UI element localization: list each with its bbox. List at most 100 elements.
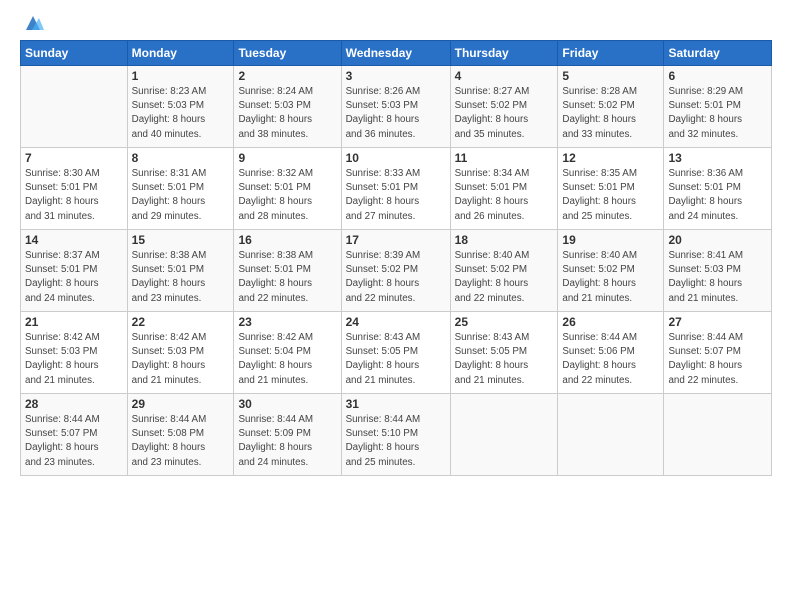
day-number: 18	[455, 233, 554, 247]
day-info: Sunrise: 8:40 AM Sunset: 5:02 PM Dayligh…	[455, 249, 554, 306]
calendar-cell: 2Sunrise: 8:24 AM Sunset: 5:03 PM Daylig…	[234, 66, 341, 148]
day-number: 6	[668, 69, 767, 83]
day-info: Sunrise: 8:31 AM Sunset: 5:01 PM Dayligh…	[132, 167, 230, 224]
day-info: Sunrise: 8:43 AM Sunset: 5:05 PM Dayligh…	[346, 331, 446, 388]
calendar-cell: 17Sunrise: 8:39 AM Sunset: 5:02 PM Dayli…	[341, 230, 450, 312]
day-number: 9	[238, 151, 336, 165]
day-number: 12	[562, 151, 659, 165]
day-number: 24	[346, 315, 446, 329]
logo	[20, 18, 44, 30]
day-number: 16	[238, 233, 336, 247]
day-number: 28	[25, 397, 123, 411]
day-info: Sunrise: 8:42 AM Sunset: 5:04 PM Dayligh…	[238, 331, 336, 388]
weekday-header-sunday: Sunday	[21, 41, 128, 66]
day-number: 10	[346, 151, 446, 165]
day-info: Sunrise: 8:34 AM Sunset: 5:01 PM Dayligh…	[455, 167, 554, 224]
calendar-cell	[558, 394, 664, 476]
day-info: Sunrise: 8:37 AM Sunset: 5:01 PM Dayligh…	[25, 249, 123, 306]
day-number: 11	[455, 151, 554, 165]
week-row-1: 1 Sunrise: 8:23 AM Sunset: 5:03 PM Daylig…	[21, 66, 772, 148]
week-row-2: 7 Sunrise: 8:30 AM Sunset: 5:01 PM Daylig…	[21, 148, 772, 230]
day-info: Sunrise: 8:28 AM Sunset: 5:02 PM Dayligh…	[562, 85, 659, 142]
calendar-cell: 18 Sunrise: 8:40 AM Sunset: 5:02 PM Dayli…	[450, 230, 558, 312]
day-number: 29	[132, 397, 230, 411]
calendar-cell: 1 Sunrise: 8:23 AM Sunset: 5:03 PM Daylig…	[127, 66, 234, 148]
calendar-cell	[450, 394, 558, 476]
calendar-cell: 3Sunrise: 8:26 AM Sunset: 5:03 PM Daylig…	[341, 66, 450, 148]
day-number: 1	[132, 69, 230, 83]
calendar-cell: 21 Sunrise: 8:42 AM Sunset: 5:03 PM Dayli…	[21, 312, 128, 394]
day-info: Sunrise: 8:43 AM Sunset: 5:05 PM Dayligh…	[455, 331, 554, 388]
calendar-cell: 7 Sunrise: 8:30 AM Sunset: 5:01 PM Daylig…	[21, 148, 128, 230]
day-info: Sunrise: 8:44 AM Sunset: 5:07 PM Dayligh…	[668, 331, 767, 388]
calendar-cell: 29 Sunrise: 8:44 AM Sunset: 5:08 PM Dayli…	[127, 394, 234, 476]
header-area	[20, 18, 772, 30]
calendar-cell: 28 Sunrise: 8:44 AM Sunset: 5:07 PM Dayli…	[21, 394, 128, 476]
calendar-cell: 11 Sunrise: 8:34 AM Sunset: 5:01 PM Dayli…	[450, 148, 558, 230]
calendar-cell: 8 Sunrise: 8:31 AM Sunset: 5:01 PM Daylig…	[127, 148, 234, 230]
weekday-header-row: SundayMondayTuesdayWednesdayThursdayFrid…	[21, 41, 772, 66]
day-info: Sunrise: 8:23 AM Sunset: 5:03 PM Dayligh…	[132, 85, 230, 142]
day-number: 7	[25, 151, 123, 165]
day-info: Sunrise: 8:35 AM Sunset: 5:01 PM Dayligh…	[562, 167, 659, 224]
day-number: 26	[562, 315, 659, 329]
calendar-cell: 26 Sunrise: 8:44 AM Sunset: 5:06 PM Dayli…	[558, 312, 664, 394]
day-info: Sunrise: 8:42 AM Sunset: 5:03 PM Dayligh…	[25, 331, 123, 388]
calendar-cell: 25 Sunrise: 8:43 AM Sunset: 5:05 PM Dayli…	[450, 312, 558, 394]
calendar-cell: 6Sunrise: 8:29 AM Sunset: 5:01 PM Daylig…	[664, 66, 772, 148]
day-info: Sunrise: 8:41 AM Sunset: 5:03 PM Dayligh…	[668, 249, 767, 306]
day-info: Sunrise: 8:39 AM Sunset: 5:02 PM Dayligh…	[346, 249, 446, 306]
page: SundayMondayTuesdayWednesdayThursdayFrid…	[0, 0, 792, 612]
day-info: Sunrise: 8:24 AM Sunset: 5:03 PM Dayligh…	[238, 85, 336, 142]
logo-icon	[22, 12, 44, 34]
day-number: 4	[455, 69, 554, 83]
calendar-cell: 10 Sunrise: 8:33 AM Sunset: 5:01 PM Dayli…	[341, 148, 450, 230]
weekday-header-wednesday: Wednesday	[341, 41, 450, 66]
calendar-cell: 5 Sunrise: 8:28 AM Sunset: 5:02 PM Daylig…	[558, 66, 664, 148]
day-info: Sunrise: 8:44 AM Sunset: 5:08 PM Dayligh…	[132, 413, 230, 470]
weekday-header-monday: Monday	[127, 41, 234, 66]
day-info: Sunrise: 8:44 AM Sunset: 5:07 PM Dayligh…	[25, 413, 123, 470]
calendar-cell	[21, 66, 128, 148]
weekday-header-saturday: Saturday	[664, 41, 772, 66]
day-info: Sunrise: 8:40 AM Sunset: 5:02 PM Dayligh…	[562, 249, 659, 306]
day-number: 22	[132, 315, 230, 329]
week-row-5: 28 Sunrise: 8:44 AM Sunset: 5:07 PM Dayli…	[21, 394, 772, 476]
day-info: Sunrise: 8:36 AM Sunset: 5:01 PM Dayligh…	[668, 167, 767, 224]
day-number: 15	[132, 233, 230, 247]
calendar-cell: 12 Sunrise: 8:35 AM Sunset: 5:01 PM Dayli…	[558, 148, 664, 230]
calendar-cell: 20 Sunrise: 8:41 AM Sunset: 5:03 PM Dayli…	[664, 230, 772, 312]
day-number: 21	[25, 315, 123, 329]
day-number: 14	[25, 233, 123, 247]
day-number: 8	[132, 151, 230, 165]
day-info: Sunrise: 8:27 AM Sunset: 5:02 PM Dayligh…	[455, 85, 554, 142]
weekday-header-friday: Friday	[558, 41, 664, 66]
day-info: Sunrise: 8:44 AM Sunset: 5:06 PM Dayligh…	[562, 331, 659, 388]
day-info: Sunrise: 8:42 AM Sunset: 5:03 PM Dayligh…	[132, 331, 230, 388]
calendar-cell	[664, 394, 772, 476]
calendar-cell: 16 Sunrise: 8:38 AM Sunset: 5:01 PM Dayli…	[234, 230, 341, 312]
calendar-cell: 27 Sunrise: 8:44 AM Sunset: 5:07 PM Dayli…	[664, 312, 772, 394]
day-number: 3	[346, 69, 446, 83]
calendar-cell: 31Sunrise: 8:44 AM Sunset: 5:10 PM Dayli…	[341, 394, 450, 476]
day-number: 27	[668, 315, 767, 329]
calendar-cell: 19 Sunrise: 8:40 AM Sunset: 5:02 PM Dayli…	[558, 230, 664, 312]
day-number: 25	[455, 315, 554, 329]
day-number: 31	[346, 397, 446, 411]
weekday-header-thursday: Thursday	[450, 41, 558, 66]
week-row-4: 21 Sunrise: 8:42 AM Sunset: 5:03 PM Dayli…	[21, 312, 772, 394]
day-info: Sunrise: 8:38 AM Sunset: 5:01 PM Dayligh…	[238, 249, 336, 306]
calendar-table: SundayMondayTuesdayWednesdayThursdayFrid…	[20, 40, 772, 476]
day-info: Sunrise: 8:32 AM Sunset: 5:01 PM Dayligh…	[238, 167, 336, 224]
calendar-cell: 4 Sunrise: 8:27 AM Sunset: 5:02 PM Daylig…	[450, 66, 558, 148]
calendar-cell: 13 Sunrise: 8:36 AM Sunset: 5:01 PM Dayli…	[664, 148, 772, 230]
day-number: 13	[668, 151, 767, 165]
day-info: Sunrise: 8:30 AM Sunset: 5:01 PM Dayligh…	[25, 167, 123, 224]
day-number: 20	[668, 233, 767, 247]
day-number: 30	[238, 397, 336, 411]
day-number: 19	[562, 233, 659, 247]
week-row-3: 14 Sunrise: 8:37 AM Sunset: 5:01 PM Dayli…	[21, 230, 772, 312]
day-number: 5	[562, 69, 659, 83]
calendar-cell: 23Sunrise: 8:42 AM Sunset: 5:04 PM Dayli…	[234, 312, 341, 394]
day-info: Sunrise: 8:33 AM Sunset: 5:01 PM Dayligh…	[346, 167, 446, 224]
